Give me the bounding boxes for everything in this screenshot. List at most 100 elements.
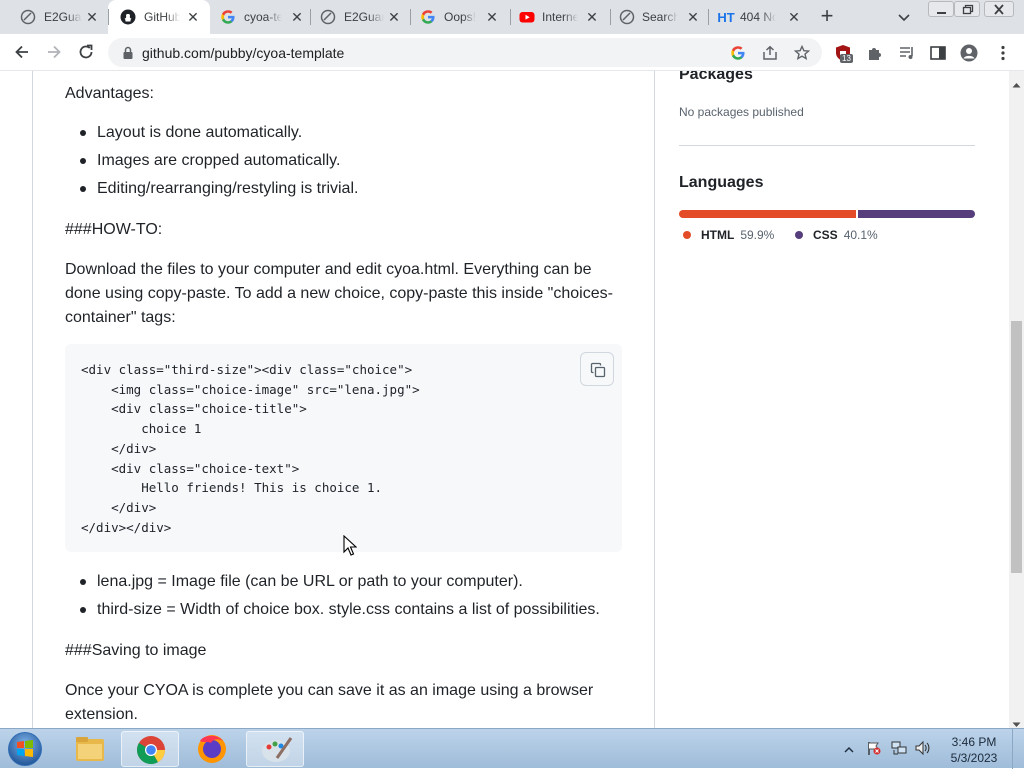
clock-time: 3:46 PM [951,735,997,749]
action-center-flag-icon[interactable] [866,740,882,780]
forward-arrow-icon[interactable] [44,42,64,62]
scroll-up-arrow-icon[interactable] [1012,75,1021,88]
minimize-button[interactable] [928,1,954,17]
profile-avatar-icon[interactable] [960,44,978,62]
language-name: HTML [701,228,735,242]
close-icon[interactable]: ✕ [386,9,402,25]
system-clock[interactable]: 3:46 PM 5/3/2023 [940,734,1008,766]
mouse-cursor-icon [343,534,358,562]
advantages-list: Layout is done automatically. Images are… [78,121,358,205]
close-icon[interactable]: ✕ [786,9,802,25]
tab-title: E2Guardian [344,10,384,24]
saving-paragraph-line-2: extension. [65,706,138,723]
reload-icon[interactable] [76,42,96,62]
google-lens-icon[interactable] [730,45,746,61]
tab-separator [708,9,709,25]
advantages-heading: Advantages: [65,85,154,102]
youtube-icon [519,9,535,25]
tab-oops[interactable]: Oops! ✕ [410,0,510,34]
close-window-button[interactable] [984,1,1014,17]
bookmark-star-icon[interactable] [793,44,811,61]
paint-icon[interactable] [246,731,304,767]
packages-text: No packages published [679,105,804,119]
tab-search[interactable]: Search ✕ [610,0,708,34]
browser-toolbar: github.com/pubby/cyoa-template 13 [0,34,1024,71]
google-icon [420,9,436,25]
code-line: <div class="choice-text"> [81,461,300,476]
notes-list: lena.jpg = Image file (can be URL or pat… [78,570,600,626]
howto-paragraph-line-2: done using copy-paste. To add a new choi… [65,285,613,302]
code-line: </div> [81,441,157,456]
code-line: <div class="choice-title"> [81,401,307,416]
close-icon[interactable]: ✕ [84,9,100,25]
tab-e2guardian-1[interactable]: E2Guardian ✕ [0,0,108,34]
page-scrollbar[interactable] [1009,71,1024,728]
language-dot-css [795,231,803,239]
tab-title: GitHub [144,10,180,24]
tab-strip: E2Guardian ✕ GitHub ✕ cyoa-template ✕ E2… [0,0,1024,34]
close-icon[interactable]: ✕ [685,9,701,25]
copy-button[interactable] [580,352,614,386]
shield-icon [20,9,36,25]
close-icon[interactable]: ✕ [584,9,600,25]
howto-paragraph-line-1: Download the files to your computer and … [65,261,592,278]
shield-icon [320,9,336,25]
list-item: Images are cropped automatically. [78,149,358,177]
windows-taskbar: 3:46 PM 5/3/2023 [0,728,1024,769]
language-item-css[interactable]: CSS 40.1% [795,228,878,242]
packages-heading[interactable]: Packages [679,71,753,84]
close-icon[interactable]: ✕ [289,9,305,25]
howto-paragraph-line-3: container" tags: [65,309,176,326]
firefox-icon[interactable] [183,731,241,767]
list-item: third-size = Width of choice box. style.… [78,598,600,626]
close-icon[interactable]: ✕ [484,9,500,25]
scroll-down-arrow-icon[interactable] [1012,715,1021,727]
tab-title: E2Guardian [44,10,82,24]
tab-github[interactable]: GitHub ✕ [108,0,210,34]
side-panel-icon[interactable] [929,44,947,62]
restore-button[interactable] [954,1,980,17]
close-icon[interactable]: ✕ [185,9,201,25]
show-desktop-button[interactable] [1012,729,1024,769]
start-button[interactable] [4,730,46,768]
tab-internet[interactable]: Internet ✕ [510,0,610,34]
back-arrow-icon[interactable] [12,42,32,62]
code-line: Hello friends! This is choice 1. [81,480,383,495]
tab-cyoa-template[interactable]: cyoa-template ✕ [210,0,310,34]
code-line: <img class="choice-image" src="lena.jpg"… [81,382,420,397]
list-item: Layout is done automatically. [78,121,358,149]
tab-search-chevron-icon[interactable] [896,9,912,25]
file-explorer-icon[interactable] [60,731,118,767]
show-hidden-icons-icon[interactable] [844,742,854,782]
code-line: </div></div> [81,520,172,535]
code-block: <div class="third-size"><div class="choi… [65,344,622,552]
network-icon[interactable] [890,740,908,780]
tab-e2guardian-2[interactable]: E2Guardian ✕ [310,0,410,34]
address-bar[interactable]: github.com/pubby/cyoa-template [108,38,822,67]
language-percent: 40.1% [843,228,878,242]
chrome-icon[interactable] [121,731,179,767]
language-item-html[interactable]: HTML 59.9% [683,228,774,242]
scroll-thumb[interactable] [1011,321,1022,573]
tab-404-not-found[interactable]: HT 404 Not Found ✕ [708,0,806,34]
howto-heading: ###HOW-TO: [65,221,163,238]
volume-icon[interactable] [914,740,932,780]
tab-separator [610,9,611,25]
lock-icon[interactable] [122,46,134,65]
share-icon[interactable] [762,45,778,61]
language-name: CSS [813,228,838,242]
media-queue-icon[interactable] [898,44,916,62]
puzzle-extensions-icon[interactable] [866,44,884,62]
tab-title: 404 Not Found [740,10,776,24]
new-tab-button[interactable]: + [816,5,838,28]
tab-title: cyoa-template [244,10,282,24]
tab-separator [410,9,411,25]
kebab-menu-icon[interactable] [994,44,1012,62]
language-dot-html [683,231,691,239]
github-icon [120,9,136,25]
code-line: choice 1 [81,421,202,436]
tab-separator [510,9,511,25]
code-line: </div> [81,500,157,515]
tab-title: Internet [542,10,578,24]
url-text[interactable]: github.com/pubby/cyoa-template [142,45,344,61]
